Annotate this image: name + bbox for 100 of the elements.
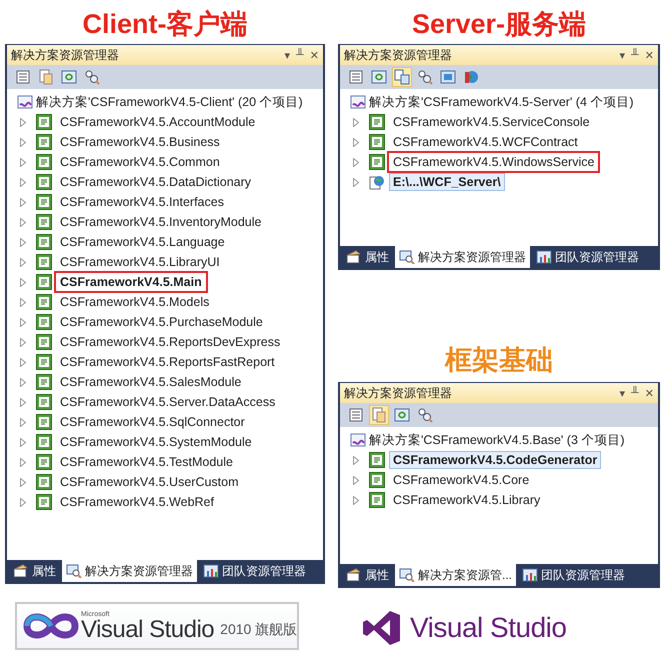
project-item[interactable]: CSFrameworkV4.5.UserCustom	[56, 473, 243, 491]
expand-arrow-icon[interactable]	[20, 118, 26, 126]
expand-arrow-icon[interactable]	[353, 456, 359, 464]
expand-arrow-icon[interactable]	[20, 358, 26, 366]
project-item[interactable]: CSFrameworkV4.5.LibraryUI	[56, 253, 224, 271]
panel-tab[interactable]: 属性	[342, 564, 393, 586]
window-control[interactable]: ╨	[630, 387, 639, 399]
search-window-icon	[66, 564, 82, 578]
solution-label[interactable]: 解决方案'CSFrameworkV4.5-Server' (4 个项目)	[369, 94, 634, 110]
project-item[interactable]: CSFrameworkV4.5.Interfaces	[56, 193, 228, 211]
expand-arrow-icon[interactable]	[20, 478, 26, 486]
properties-icon	[346, 568, 362, 582]
project-item[interactable]: CSFrameworkV4.5.SystemModule	[56, 433, 256, 451]
expand-arrow-icon[interactable]	[20, 218, 26, 226]
window-control[interactable]: ✕	[310, 48, 319, 62]
project-item[interactable]: CSFrameworkV4.5.AccountModule	[56, 113, 260, 131]
project-item[interactable]: CSFrameworkV4.5.WindowsService	[389, 153, 598, 171]
solution-icon	[17, 94, 33, 110]
expand-arrow-icon[interactable]	[20, 318, 26, 326]
expand-arrow-icon[interactable]	[20, 198, 26, 206]
panel-tab[interactable]: 解决方案资源管理器	[62, 560, 197, 582]
project-item[interactable]: CSFrameworkV4.5.SqlConnector	[56, 413, 249, 431]
solution-label[interactable]: 解决方案'CSFrameworkV4.5.Base' (3 个项目)	[369, 432, 625, 448]
project-item[interactable]: E:\...\WCF_Server\	[389, 173, 505, 191]
expand-arrow-icon[interactable]	[353, 496, 359, 504]
project-item[interactable]: CSFrameworkV4.5.Language	[56, 233, 229, 251]
project-item[interactable]: CSFrameworkV4.5.Common	[56, 153, 224, 171]
expand-arrow-icon[interactable]	[20, 138, 26, 146]
panel-title: 解决方案资源管理器	[344, 384, 453, 402]
expand-arrow-icon[interactable]	[20, 178, 26, 186]
project-item[interactable]: CSFrameworkV4.5.Models	[56, 293, 214, 311]
project-item[interactable]: CSFrameworkV4.5.ServiceConsole	[389, 113, 594, 131]
project-icon	[369, 154, 385, 170]
project-icon	[36, 474, 52, 490]
project-icon	[36, 274, 52, 290]
expand-arrow-icon[interactable]	[20, 278, 26, 286]
project-icon	[36, 334, 52, 350]
window-control[interactable]: ╨	[630, 49, 639, 61]
project-item[interactable]: CSFrameworkV4.5.Main	[56, 273, 206, 291]
expand-arrow-icon[interactable]	[20, 258, 26, 266]
project-item[interactable]: CSFrameworkV4.5.Library	[389, 491, 544, 509]
panel-tab[interactable]: 团队资源管理器	[532, 246, 643, 268]
panel-title: 解决方案资源管理器	[11, 46, 120, 64]
project-item[interactable]: CSFrameworkV4.5.ReportsFastReport	[56, 353, 279, 371]
expand-arrow-icon[interactable]	[353, 138, 359, 146]
project-item[interactable]: CSFrameworkV4.5.InventoryModule	[56, 213, 266, 231]
expand-arrow-icon[interactable]	[20, 458, 26, 466]
panel-tab[interactable]: 团队资源管理器	[199, 560, 310, 582]
panel-tab[interactable]: 解决方案资源管...	[395, 564, 516, 586]
window-control[interactable]: ✕	[644, 48, 654, 62]
expand-arrow-icon[interactable]	[20, 158, 26, 166]
project-icon	[36, 294, 52, 310]
window-control[interactable]: ╨	[296, 49, 304, 61]
project-icon	[36, 114, 52, 130]
project-item[interactable]: CSFrameworkV4.5.WCFContract	[389, 133, 582, 151]
project-icon	[36, 314, 52, 330]
project-item[interactable]: CSFrameworkV4.5.PurchaseModule	[56, 313, 267, 331]
expand-arrow-icon[interactable]	[353, 476, 359, 484]
expand-arrow-icon[interactable]	[20, 498, 26, 506]
window-control[interactable]: ▾	[619, 48, 625, 62]
window-control[interactable]: ✕	[644, 386, 654, 400]
expand-arrow-icon[interactable]	[353, 158, 359, 166]
window-control[interactable]: ▾	[284, 48, 290, 62]
project-item[interactable]: CSFrameworkV4.5.ReportsDevExpress	[56, 333, 284, 351]
project-item[interactable]: CSFrameworkV4.5.WebRef	[56, 493, 218, 511]
expand-arrow-icon[interactable]	[20, 338, 26, 346]
project-icon	[369, 492, 385, 508]
project-item[interactable]: CSFrameworkV4.5.CodeGenerator	[389, 451, 602, 469]
solution-label[interactable]: 解决方案'CSFrameworkV4.5-Client' (20 个项目)	[36, 94, 303, 110]
section-heading: Client-客户端	[82, 8, 248, 41]
project-item[interactable]: CSFrameworkV4.5.Core	[389, 471, 534, 489]
project-item[interactable]: CSFrameworkV4.5.TestModule	[56, 453, 237, 471]
panel-tab[interactable]: 团队资源管理器	[518, 564, 630, 586]
toolbar-button[interactable]	[369, 405, 389, 425]
expand-arrow-icon[interactable]	[20, 418, 26, 426]
expand-arrow-icon[interactable]	[20, 238, 26, 246]
solution-icon	[350, 432, 366, 448]
expand-arrow-icon[interactable]	[20, 398, 26, 406]
properties-icon	[13, 564, 29, 578]
bar-chart-icon	[203, 564, 219, 578]
project-item[interactable]: CSFrameworkV4.5.Business	[56, 133, 224, 151]
expand-arrow-icon[interactable]	[353, 118, 359, 126]
project-icon	[36, 194, 52, 210]
project-item[interactable]: CSFrameworkV4.5.SalesModule	[56, 373, 246, 391]
panel-tab[interactable]: 解决方案资源管理器	[395, 246, 530, 268]
expand-arrow-icon[interactable]	[20, 298, 26, 306]
toolbar-button[interactable]	[392, 67, 412, 87]
project-icon	[36, 174, 52, 190]
project-item[interactable]: CSFrameworkV4.5.Server.DataAccess	[56, 393, 280, 411]
expand-arrow-icon[interactable]	[353, 178, 359, 186]
project-item[interactable]: CSFrameworkV4.5.DataDictionary	[56, 173, 256, 191]
window-control[interactable]: ▾	[619, 386, 625, 400]
panel-title: 解决方案资源管理器	[344, 46, 453, 64]
expand-arrow-icon[interactable]	[20, 378, 26, 386]
project-icon	[36, 414, 52, 430]
project-icon	[36, 354, 52, 370]
panel-tab[interactable]: 属性	[9, 560, 60, 582]
panel-tab[interactable]: 属性	[342, 246, 393, 268]
expand-arrow-icon[interactable]	[20, 438, 26, 446]
project-icon	[36, 234, 52, 250]
